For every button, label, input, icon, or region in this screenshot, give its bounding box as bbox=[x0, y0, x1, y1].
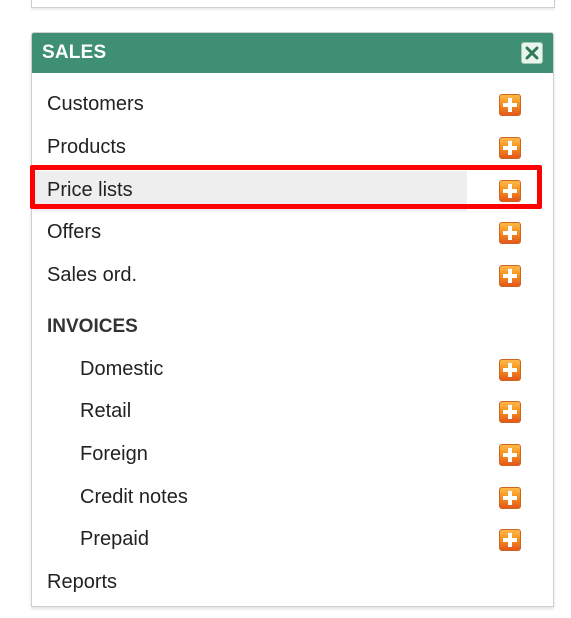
menu-item-label: Price lists bbox=[47, 179, 133, 201]
panel-header: SALES bbox=[32, 33, 553, 73]
add-offers-button[interactable] bbox=[499, 222, 521, 244]
plus-icon bbox=[499, 401, 521, 423]
menu-item-label: Sales ord. bbox=[47, 264, 138, 286]
menu-item-foreign[interactable]: Foreign bbox=[33, 435, 552, 475]
menu-item-price-lists[interactable]: Price lists bbox=[33, 171, 552, 211]
add-retail-button[interactable] bbox=[499, 401, 521, 423]
invoices-heading: INVOICES bbox=[47, 316, 138, 337]
menu-item-label: Products bbox=[47, 136, 126, 158]
plus-icon bbox=[499, 444, 521, 466]
menu-item-label: Prepaid bbox=[80, 528, 149, 550]
plus-icon bbox=[499, 487, 521, 509]
add-domestic-button[interactable] bbox=[499, 359, 521, 381]
menu-item-label: Customers bbox=[47, 93, 144, 115]
add-price-lists-button[interactable] bbox=[499, 180, 521, 202]
close-button[interactable] bbox=[521, 42, 543, 64]
menu-item-reports[interactable]: Reports bbox=[33, 563, 552, 603]
menu-item-label: Domestic bbox=[80, 358, 164, 380]
plus-icon bbox=[499, 180, 521, 202]
plus-icon bbox=[499, 222, 521, 244]
plus-icon bbox=[499, 94, 521, 116]
menu-item-domestic[interactable]: Domestic bbox=[33, 350, 552, 390]
menu-item-credit-notes[interactable]: Credit notes bbox=[33, 478, 552, 518]
add-customers-button[interactable] bbox=[499, 94, 521, 116]
stage: SALES Customers Products Price lists Off… bbox=[0, 0, 571, 618]
menu-item-retail[interactable]: Retail bbox=[33, 392, 552, 432]
menu-item-label: Credit notes bbox=[80, 486, 188, 508]
sales-panel: SALES Customers Products Price lists Off… bbox=[31, 32, 554, 607]
menu-item-label: Reports bbox=[47, 571, 118, 593]
menu-item-products[interactable]: Products bbox=[33, 128, 552, 168]
add-prepaid-button[interactable] bbox=[499, 529, 521, 551]
panel-title: SALES bbox=[42, 42, 107, 63]
plus-icon bbox=[499, 265, 521, 287]
plus-icon bbox=[499, 137, 521, 159]
menu-item-offers[interactable]: Offers bbox=[33, 213, 552, 253]
menu-item-prepaid[interactable]: Prepaid bbox=[33, 520, 552, 560]
menu-item-sales-orders[interactable]: Sales ord. bbox=[33, 256, 552, 296]
close-icon bbox=[525, 46, 539, 60]
add-products-button[interactable] bbox=[499, 137, 521, 159]
menu-item-customers[interactable]: Customers bbox=[33, 85, 552, 125]
menu-item-label: Retail bbox=[80, 400, 132, 422]
menu-item-label: Offers bbox=[47, 221, 102, 243]
previous-panel bbox=[31, 0, 555, 8]
add-credit-notes-button[interactable] bbox=[499, 487, 521, 509]
menu-item-label: Foreign bbox=[80, 443, 148, 465]
add-sales-orders-button[interactable] bbox=[499, 265, 521, 287]
plus-icon bbox=[499, 359, 521, 381]
add-foreign-button[interactable] bbox=[499, 444, 521, 466]
plus-icon bbox=[499, 529, 521, 551]
